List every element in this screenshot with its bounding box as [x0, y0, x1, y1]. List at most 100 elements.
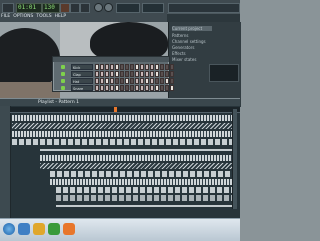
browser-item[interactable]: Effects	[172, 51, 186, 56]
media-icon[interactable]	[48, 223, 60, 235]
menu-button[interactable]	[2, 3, 14, 13]
step-button[interactable]	[100, 85, 104, 91]
step-button[interactable]	[140, 78, 144, 84]
step-button[interactable]	[140, 85, 144, 91]
playlist-track[interactable]	[10, 147, 240, 153]
step-button[interactable]	[120, 64, 124, 70]
playlist-window[interactable]: Playlist - Pattern 1	[0, 98, 240, 219]
step-button[interactable]	[105, 85, 109, 91]
step-button[interactable]	[120, 85, 124, 91]
step-button[interactable]	[160, 71, 164, 77]
playlist-clip[interactable]	[12, 123, 236, 129]
playlist-clip[interactable]	[40, 149, 236, 151]
step-button[interactable]	[145, 85, 149, 91]
playlist-track[interactable]	[10, 163, 240, 169]
step-button[interactable]	[95, 78, 99, 84]
channel-led[interactable]	[61, 79, 65, 83]
playlist-clip[interactable]	[40, 155, 236, 161]
stop-button[interactable]	[80, 3, 90, 13]
step-button[interactable]	[115, 85, 119, 91]
step-button[interactable]	[130, 85, 134, 91]
step-button[interactable]	[170, 71, 174, 77]
step-button[interactable]	[165, 71, 169, 77]
playhead-marker[interactable]	[114, 107, 117, 112]
step-button[interactable]	[150, 85, 154, 91]
step-button[interactable]	[135, 85, 139, 91]
play-button[interactable]	[70, 3, 80, 13]
playlist-ruler[interactable]	[10, 107, 240, 113]
step-button[interactable]	[165, 64, 169, 70]
menu-tools[interactable]: TOOLS	[36, 13, 51, 20]
step-button[interactable]	[170, 85, 174, 91]
step-button[interactable]	[145, 78, 149, 84]
step-button[interactable]	[125, 71, 129, 77]
step-button[interactable]	[115, 71, 119, 77]
browser-item[interactable]: Generators	[172, 45, 194, 50]
menu-options[interactable]: OPTIONS	[13, 13, 33, 20]
step-button[interactable]	[160, 64, 164, 70]
step-button[interactable]	[145, 64, 149, 70]
browser-item[interactable]: Mixer states	[172, 57, 196, 62]
step-button[interactable]	[135, 64, 139, 70]
step-button[interactable]	[100, 78, 104, 84]
playlist-clip[interactable]	[12, 131, 236, 137]
record-button[interactable]	[60, 3, 70, 13]
step-button[interactable]	[110, 78, 114, 84]
playlist-clip[interactable]	[50, 171, 236, 177]
menu-file[interactable]: FILE	[1, 13, 10, 20]
step-button[interactable]	[145, 71, 149, 77]
playlist-track[interactable]	[10, 179, 240, 185]
step-button[interactable]	[110, 85, 114, 91]
playlist-scrollbar[interactable]	[232, 109, 237, 209]
step-button[interactable]	[165, 85, 169, 91]
folder-icon[interactable]	[33, 223, 45, 235]
browser-item[interactable]: Patterns	[172, 33, 188, 38]
playlist-clip[interactable]	[12, 139, 236, 145]
step-button[interactable]	[110, 64, 114, 70]
step-button[interactable]	[120, 78, 124, 84]
playlist-track[interactable]	[10, 187, 240, 193]
step-button[interactable]	[115, 64, 119, 70]
step-button[interactable]	[150, 71, 154, 77]
start-icon[interactable]	[3, 223, 15, 235]
menu-help[interactable]: HELP	[55, 13, 66, 20]
step-button[interactable]	[135, 71, 139, 77]
playlist-track[interactable]	[10, 155, 240, 161]
step-button[interactable]	[155, 64, 159, 70]
step-button[interactable]	[170, 64, 174, 70]
step-button[interactable]	[150, 78, 154, 84]
window-shortcuts[interactable]	[168, 3, 240, 13]
step-button[interactable]	[100, 64, 104, 70]
step-button[interactable]	[170, 78, 174, 84]
channel-name[interactable]: Kick	[71, 64, 93, 70]
step-button[interactable]	[110, 71, 114, 77]
step-button[interactable]	[105, 64, 109, 70]
channel-name[interactable]: Hat	[71, 78, 93, 84]
channel-name[interactable]: Clap	[71, 71, 93, 77]
channel-led[interactable]	[61, 72, 65, 76]
step-button[interactable]	[155, 71, 159, 77]
playlist-clip[interactable]	[40, 163, 236, 169]
step-grid[interactable]	[95, 71, 174, 77]
step-button[interactable]	[95, 71, 99, 77]
step-button[interactable]	[150, 64, 154, 70]
step-grid[interactable]	[95, 85, 174, 91]
step-button[interactable]	[100, 71, 104, 77]
channel-led[interactable]	[61, 86, 65, 90]
step-button[interactable]	[155, 85, 159, 91]
step-button[interactable]	[95, 64, 99, 70]
step-button[interactable]	[125, 85, 129, 91]
step-grid[interactable]	[95, 64, 174, 70]
step-button[interactable]	[105, 78, 109, 84]
playlist-clip[interactable]	[12, 115, 236, 121]
playlist-clip[interactable]	[56, 205, 236, 207]
playlist-track[interactable]	[10, 123, 240, 129]
step-button[interactable]	[105, 71, 109, 77]
playlist-track[interactable]	[10, 131, 240, 137]
ie-icon[interactable]	[18, 223, 30, 235]
step-button[interactable]	[130, 64, 134, 70]
playlist-track[interactable]	[10, 171, 240, 177]
tempo-display[interactable]: 130	[42, 3, 60, 13]
fl-studio-icon[interactable]	[63, 223, 75, 235]
browser-item[interactable]: Current project	[172, 26, 212, 31]
